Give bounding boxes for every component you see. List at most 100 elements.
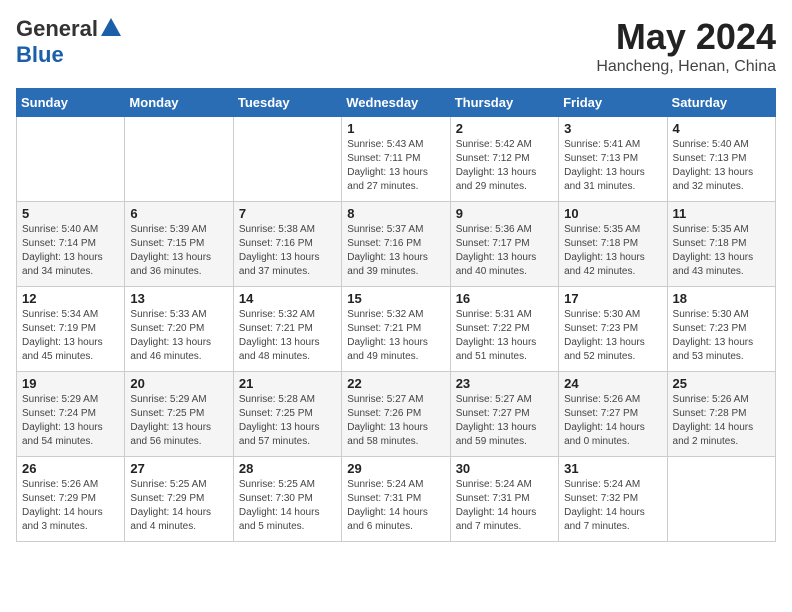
calendar-cell (667, 457, 775, 542)
day-info: Sunrise: 5:24 AM Sunset: 7:32 PM Dayligh… (564, 478, 661, 534)
calendar-cell: 25 Sunrise: 5:26 AM Sunset: 7:28 PM Dayli… (667, 372, 775, 457)
calendar-week-row: 26Sunrise: 5:26 AM Sunset: 7:29 PM Dayli… (17, 457, 776, 542)
calendar-cell: 7Sunrise: 5:38 AM Sunset: 7:16 PM Daylig… (233, 202, 341, 287)
day-number: 10 (564, 206, 661, 221)
calendar-week-row: 1Sunrise: 5:43 AM Sunset: 7:11 PM Daylig… (17, 117, 776, 202)
calendar-cell: 5 Sunrise: 5:40 AM Sunset: 7:14 PM Daylig… (17, 202, 125, 287)
calendar-cell: 13Sunrise: 5:33 AM Sunset: 7:20 PM Dayli… (125, 287, 233, 372)
calendar-cell: 10 Sunrise: 5:35 AM Sunset: 7:18 PM Dayli… (559, 202, 667, 287)
day-number: 25 (673, 376, 770, 391)
weekday-header-saturday: Saturday (667, 89, 775, 117)
title-area: May 2024 Hancheng, Henan, China (596, 16, 776, 76)
calendar-cell: 23 Sunrise: 5:27 AM Sunset: 7:27 PM Dayli… (450, 372, 558, 457)
calendar-cell (125, 117, 233, 202)
calendar-week-row: 5 Sunrise: 5:40 AM Sunset: 7:14 PM Daylig… (17, 202, 776, 287)
day-number: 3 (564, 121, 661, 136)
day-info: Sunrise: 5:43 AM Sunset: 7:11 PM Dayligh… (347, 138, 444, 194)
day-info: Sunrise: 5:29 AM Sunset: 7:25 PM Dayligh… (130, 393, 227, 449)
day-number: 21 (239, 376, 336, 391)
weekday-header-monday: Monday (125, 89, 233, 117)
weekday-header-wednesday: Wednesday (342, 89, 450, 117)
day-info: Sunrise: 5:25 AM Sunset: 7:30 PM Dayligh… (239, 478, 336, 534)
day-number: 8 (347, 206, 444, 221)
day-info: Sunrise: 5:32 AM Sunset: 7:21 PM Dayligh… (239, 308, 336, 364)
day-number: 7 (239, 206, 336, 221)
day-info: Sunrise: 5:31 AM Sunset: 7:22 PM Dayligh… (456, 308, 553, 364)
day-info: Sunrise: 5:30 AM Sunset: 7:23 PM Dayligh… (673, 308, 770, 364)
logo-blue-text: Blue (16, 42, 64, 68)
day-number: 14 (239, 291, 336, 306)
day-number: 15 (347, 291, 444, 306)
calendar-cell: 1Sunrise: 5:43 AM Sunset: 7:11 PM Daylig… (342, 117, 450, 202)
calendar-cell: 22Sunrise: 5:27 AM Sunset: 7:26 PM Dayli… (342, 372, 450, 457)
day-info: Sunrise: 5:40 AM Sunset: 7:14 PM Dayligh… (22, 223, 119, 279)
calendar-cell: 4Sunrise: 5:40 AM Sunset: 7:13 PM Daylig… (667, 117, 775, 202)
day-number: 9 (456, 206, 553, 221)
day-info: Sunrise: 5:37 AM Sunset: 7:16 PM Dayligh… (347, 223, 444, 279)
calendar-cell (233, 117, 341, 202)
day-info: Sunrise: 5:28 AM Sunset: 7:25 PM Dayligh… (239, 393, 336, 449)
day-info: Sunrise: 5:26 AM Sunset: 7:27 PM Dayligh… (564, 393, 661, 449)
calendar-cell: 19Sunrise: 5:29 AM Sunset: 7:24 PM Dayli… (17, 372, 125, 457)
day-info: Sunrise: 5:35 AM Sunset: 7:18 PM Dayligh… (564, 223, 661, 279)
day-number: 18 (673, 291, 770, 306)
day-number: 4 (673, 121, 770, 136)
calendar-cell: 27 Sunrise: 5:25 AM Sunset: 7:29 PM Dayli… (125, 457, 233, 542)
day-info: Sunrise: 5:26 AM Sunset: 7:28 PM Dayligh… (673, 393, 770, 449)
day-number: 5 (22, 206, 119, 221)
calendar-cell: 26Sunrise: 5:26 AM Sunset: 7:29 PM Dayli… (17, 457, 125, 542)
logo: General Blue (16, 16, 121, 68)
calendar-cell: 11 Sunrise: 5:35 AM Sunset: 7:18 PM Dayli… (667, 202, 775, 287)
day-number: 24 (564, 376, 661, 391)
day-number: 12 (22, 291, 119, 306)
day-info: Sunrise: 5:24 AM Sunset: 7:31 PM Dayligh… (456, 478, 553, 534)
weekday-header-thursday: Thursday (450, 89, 558, 117)
day-info: Sunrise: 5:24 AM Sunset: 7:31 PM Dayligh… (347, 478, 444, 534)
weekday-header-friday: Friday (559, 89, 667, 117)
day-number: 27 (130, 461, 227, 476)
calendar-cell: 6Sunrise: 5:39 AM Sunset: 7:15 PM Daylig… (125, 202, 233, 287)
calendar-cell: 28 Sunrise: 5:25 AM Sunset: 7:30 PM Dayli… (233, 457, 341, 542)
day-number: 30 (456, 461, 553, 476)
calendar-cell: 16 Sunrise: 5:31 AM Sunset: 7:22 PM Dayli… (450, 287, 558, 372)
calendar-week-row: 19Sunrise: 5:29 AM Sunset: 7:24 PM Dayli… (17, 372, 776, 457)
logo-triangle-icon (101, 18, 121, 36)
calendar-cell: 8 Sunrise: 5:37 AM Sunset: 7:16 PM Daylig… (342, 202, 450, 287)
location-text: Hancheng, Henan, China (596, 58, 776, 76)
day-info: Sunrise: 5:42 AM Sunset: 7:12 PM Dayligh… (456, 138, 553, 194)
calendar-cell: 9 Sunrise: 5:36 AM Sunset: 7:17 PM Daylig… (450, 202, 558, 287)
day-info: Sunrise: 5:33 AM Sunset: 7:20 PM Dayligh… (130, 308, 227, 364)
day-number: 16 (456, 291, 553, 306)
calendar-cell: 30 Sunrise: 5:24 AM Sunset: 7:31 PM Dayli… (450, 457, 558, 542)
logo-general-text: General (16, 16, 98, 42)
day-info: Sunrise: 5:27 AM Sunset: 7:26 PM Dayligh… (347, 393, 444, 449)
day-number: 29 (347, 461, 444, 476)
day-number: 26 (22, 461, 119, 476)
calendar-cell: 29 Sunrise: 5:24 AM Sunset: 7:31 PM Dayli… (342, 457, 450, 542)
day-number: 23 (456, 376, 553, 391)
calendar-week-row: 12Sunrise: 5:34 AM Sunset: 7:19 PM Dayli… (17, 287, 776, 372)
day-number: 11 (673, 206, 770, 221)
calendar-cell (17, 117, 125, 202)
day-number: 28 (239, 461, 336, 476)
day-info: Sunrise: 5:30 AM Sunset: 7:23 PM Dayligh… (564, 308, 661, 364)
calendar-cell: 31 Sunrise: 5:24 AM Sunset: 7:32 PM Dayli… (559, 457, 667, 542)
day-info: Sunrise: 5:25 AM Sunset: 7:29 PM Dayligh… (130, 478, 227, 534)
day-number: 6 (130, 206, 227, 221)
month-title: May 2024 (596, 16, 776, 58)
calendar-cell: 20 Sunrise: 5:29 AM Sunset: 7:25 PM Dayli… (125, 372, 233, 457)
calendar-cell: 21 Sunrise: 5:28 AM Sunset: 7:25 PM Dayli… (233, 372, 341, 457)
calendar-cell: 12Sunrise: 5:34 AM Sunset: 7:19 PM Dayli… (17, 287, 125, 372)
day-number: 31 (564, 461, 661, 476)
day-info: Sunrise: 5:36 AM Sunset: 7:17 PM Dayligh… (456, 223, 553, 279)
day-number: 17 (564, 291, 661, 306)
calendar-cell: 14 Sunrise: 5:32 AM Sunset: 7:21 PM Dayli… (233, 287, 341, 372)
weekday-header-row: SundayMondayTuesdayWednesdayThursdayFrid… (17, 89, 776, 117)
calendar-cell: 18 Sunrise: 5:30 AM Sunset: 7:23 PM Dayli… (667, 287, 775, 372)
day-number: 20 (130, 376, 227, 391)
calendar-table: SundayMondayTuesdayWednesdayThursdayFrid… (16, 88, 776, 542)
day-info: Sunrise: 5:29 AM Sunset: 7:24 PM Dayligh… (22, 393, 119, 449)
calendar-cell: 15Sunrise: 5:32 AM Sunset: 7:21 PM Dayli… (342, 287, 450, 372)
day-info: Sunrise: 5:35 AM Sunset: 7:18 PM Dayligh… (673, 223, 770, 279)
day-info: Sunrise: 5:27 AM Sunset: 7:27 PM Dayligh… (456, 393, 553, 449)
